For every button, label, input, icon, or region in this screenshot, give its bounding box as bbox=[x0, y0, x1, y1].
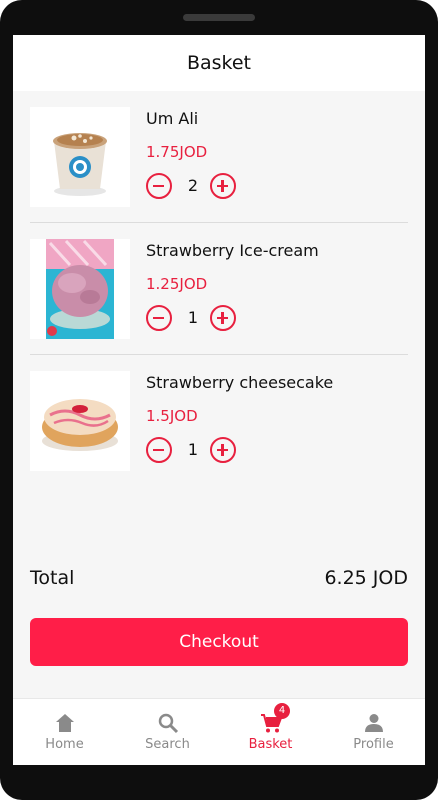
home-icon bbox=[56, 714, 74, 732]
nav-search-label: Search bbox=[145, 737, 190, 752]
nav-basket-label: Basket bbox=[248, 737, 293, 752]
phone-speaker bbox=[183, 14, 255, 21]
strawberry-cheesecake-image bbox=[30, 371, 130, 471]
item-price: 1.25JOD bbox=[146, 275, 208, 293]
app-screen: Basket Um Ali 1.75JOD 2 Strawberry Ice-c… bbox=[13, 35, 425, 765]
search-icon bbox=[158, 713, 179, 734]
basket-count-badge: 4 bbox=[274, 703, 290, 719]
item-name: Strawberry Ice-cream bbox=[146, 241, 319, 260]
nav-search[interactable]: Search bbox=[116, 699, 219, 765]
quantity-value: 1 bbox=[187, 308, 199, 327]
item-price: 1.75JOD bbox=[146, 143, 208, 161]
increase-quantity-button[interactable] bbox=[210, 437, 236, 463]
nav-home-label: Home bbox=[45, 737, 84, 752]
item-name: Strawberry cheesecake bbox=[146, 373, 334, 392]
item-price: 1.5JOD bbox=[146, 407, 198, 425]
strawberry-ice-cream-image bbox=[30, 239, 130, 339]
page-title: Basket bbox=[186, 52, 252, 74]
minus-icon bbox=[153, 316, 164, 319]
nav-profile-label: Profile bbox=[353, 737, 394, 752]
checkout-button[interactable]: Checkout bbox=[30, 618, 408, 666]
basket-item: Um Ali 1.75JOD 2 bbox=[30, 107, 408, 207]
phone-frame: Basket Um Ali 1.75JOD 2 Strawberry Ice-c… bbox=[0, 0, 438, 800]
minus-icon bbox=[153, 184, 164, 187]
item-divider bbox=[30, 222, 408, 223]
quantity-stepper: 2 bbox=[146, 173, 246, 199]
bottom-navigation: Home Search 4 Basket Profile bbox=[13, 698, 425, 765]
item-name: Um Ali bbox=[146, 109, 199, 128]
item-divider bbox=[30, 354, 408, 355]
decrease-quantity-button[interactable] bbox=[146, 437, 172, 463]
quantity-stepper: 1 bbox=[146, 437, 246, 463]
decrease-quantity-button[interactable] bbox=[146, 305, 172, 331]
quantity-value: 2 bbox=[187, 176, 199, 195]
basket-item: Strawberry cheesecake 1.5JOD 1 bbox=[30, 371, 408, 471]
app-header: Basket bbox=[13, 35, 425, 91]
basket-item: Strawberry Ice-cream 1.25JOD 1 bbox=[30, 239, 408, 339]
increase-quantity-button[interactable] bbox=[210, 305, 236, 331]
increase-quantity-button[interactable] bbox=[210, 173, 236, 199]
total-value: 6.25 JOD bbox=[324, 567, 408, 589]
quantity-stepper: 1 bbox=[146, 305, 246, 331]
quantity-value: 1 bbox=[187, 440, 199, 459]
um-ali-cup-image bbox=[30, 107, 130, 207]
total-label: Total bbox=[30, 567, 75, 589]
nav-home[interactable]: Home bbox=[13, 699, 116, 765]
decrease-quantity-button[interactable] bbox=[146, 173, 172, 199]
person-icon bbox=[365, 714, 383, 732]
nav-profile[interactable]: Profile bbox=[322, 699, 425, 765]
minus-icon bbox=[153, 448, 164, 451]
nav-basket[interactable]: 4 Basket bbox=[219, 699, 322, 765]
